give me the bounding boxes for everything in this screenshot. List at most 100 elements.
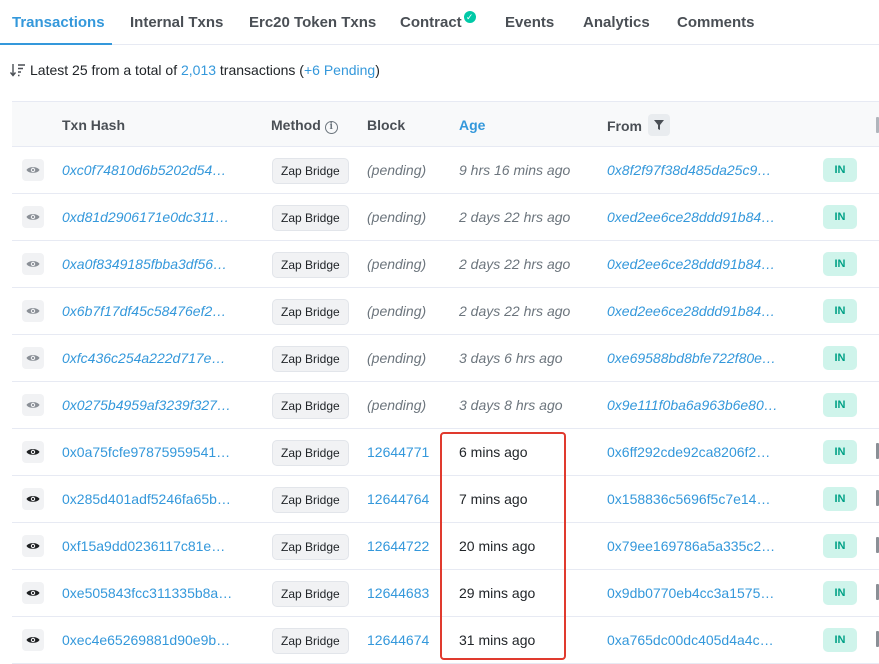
column-header-block: Block bbox=[367, 117, 406, 133]
eye-icon[interactable] bbox=[22, 300, 44, 322]
table-header: Txn Hash Method i Block Age From bbox=[12, 101, 879, 147]
method-badge: Zap Bridge bbox=[272, 440, 349, 466]
table-row: 0xd81d2906171e0dc311… Zap Bridge (pending)… bbox=[12, 194, 879, 241]
block-cell: (pending) bbox=[367, 162, 427, 178]
method-badge: Zap Bridge bbox=[272, 628, 349, 654]
column-header-method: Method i bbox=[271, 117, 338, 134]
method-badge: Zap Bridge bbox=[272, 534, 349, 560]
table-row: 0xf15a9dd0236117c81e… Zap Bridge 12644722 2… bbox=[12, 523, 879, 570]
pending-transactions-link[interactable]: +6 Pending bbox=[304, 62, 375, 78]
method-badge: Zap Bridge bbox=[272, 299, 349, 325]
info-icon[interactable]: i bbox=[324, 121, 338, 134]
txn-hash-link[interactable]: 0x0a75fcfe97875959541… bbox=[62, 444, 230, 460]
age-cell: 2 days 22 hrs ago bbox=[459, 256, 571, 272]
eye-icon[interactable] bbox=[22, 206, 44, 228]
tab-comments[interactable]: Comments bbox=[677, 14, 755, 31]
age-cell: 29 mins ago bbox=[459, 585, 536, 601]
age-cell: 2 days 22 hrs ago bbox=[459, 209, 571, 225]
direction-badge: IN bbox=[823, 346, 857, 370]
age-cell: 20 mins ago bbox=[459, 538, 536, 554]
from-address-link[interactable]: 0x79ee169786a5a335c2… bbox=[607, 538, 775, 554]
from-address-link[interactable]: 0x9e111f0ba6a963b6e80… bbox=[607, 397, 778, 413]
from-address-link[interactable]: 0xe69588bd8bfe722f80e… bbox=[607, 350, 776, 366]
method-badge: Zap Bridge bbox=[272, 252, 349, 278]
eye-icon[interactable] bbox=[22, 347, 44, 369]
txn-hash-link[interactable]: 0xd81d2906171e0dc311… bbox=[62, 209, 229, 225]
eye-icon[interactable] bbox=[22, 535, 44, 557]
sort-descending-icon bbox=[10, 64, 25, 77]
method-badge: Zap Bridge bbox=[272, 346, 349, 372]
table-row: 0xfc436c254a222d717e… Zap Bridge (pending)… bbox=[12, 335, 879, 382]
age-cell: 6 mins ago bbox=[459, 444, 528, 460]
direction-badge: IN bbox=[823, 299, 857, 323]
age-cell: 7 mins ago bbox=[459, 491, 528, 507]
from-address-link[interactable]: 0xed2ee6ce28ddd91b84… bbox=[607, 256, 775, 272]
block-cell[interactable]: 12644722 bbox=[367, 538, 429, 554]
txn-hash-link[interactable]: 0x6b7f17df45c58476ef2… bbox=[62, 303, 226, 319]
block-cell: (pending) bbox=[367, 303, 427, 319]
txn-hash-link[interactable]: 0xa0f8349185fbba3df56… bbox=[62, 256, 227, 272]
block-cell[interactable]: 12644674 bbox=[367, 632, 429, 648]
block-cell: (pending) bbox=[367, 350, 427, 366]
age-cell: 9 hrs 16 mins ago bbox=[459, 162, 571, 178]
block-cell: (pending) bbox=[367, 256, 427, 272]
summary-suffix: ) bbox=[375, 62, 380, 78]
txn-hash-link[interactable]: 0x285d401adf5246fa65b… bbox=[62, 491, 231, 507]
from-address-link[interactable]: 0x8f2f97f38d485da25c9… bbox=[607, 162, 771, 178]
tab-erc20-token-txns[interactable]: Erc20 Token Txns bbox=[249, 14, 376, 31]
eye-icon[interactable] bbox=[22, 488, 44, 510]
tab-contract-label: Contract bbox=[400, 14, 462, 31]
eye-icon[interactable] bbox=[22, 159, 44, 181]
column-header-age[interactable]: Age bbox=[459, 117, 485, 133]
transactions-summary: Latest 25 from a total of 2,013 transact… bbox=[10, 62, 380, 78]
check-circle-icon: ✓ bbox=[463, 11, 476, 23]
total-transactions-link[interactable]: 2,013 bbox=[181, 62, 216, 78]
eye-icon[interactable] bbox=[22, 394, 44, 416]
tab-transactions[interactable]: Transactions bbox=[12, 14, 105, 31]
tab-analytics[interactable]: Analytics bbox=[583, 14, 650, 31]
active-tab-indicator bbox=[0, 43, 112, 45]
from-address-link[interactable]: 0xed2ee6ce28ddd91b84… bbox=[607, 209, 775, 225]
eye-icon[interactable] bbox=[22, 629, 44, 651]
block-cell[interactable]: 12644764 bbox=[367, 491, 429, 507]
method-badge: Zap Bridge bbox=[272, 158, 349, 184]
method-badge: Zap Bridge bbox=[272, 581, 349, 607]
table-row: 0x0275b4959af3239f327… Zap Bridge (pending… bbox=[12, 382, 879, 429]
txn-hash-link[interactable]: 0xfc436c254a222d717e… bbox=[62, 350, 225, 366]
method-badge: Zap Bridge bbox=[272, 393, 349, 419]
table-row: 0xec4e65269881d90e9b… Zap Bridge 12644674 3… bbox=[12, 617, 879, 664]
age-cell: 2 days 22 hrs ago bbox=[459, 303, 571, 319]
direction-badge: IN bbox=[823, 205, 857, 229]
direction-badge: IN bbox=[823, 487, 857, 511]
from-address-link[interactable]: 0xa765dc00dc405d4a4c… bbox=[607, 632, 774, 648]
block-cell[interactable]: 12644771 bbox=[367, 444, 429, 460]
eye-icon[interactable] bbox=[22, 582, 44, 604]
txn-hash-link[interactable]: 0xec4e65269881d90e9b… bbox=[62, 632, 230, 648]
txn-hash-link[interactable]: 0x0275b4959af3239f327… bbox=[62, 397, 231, 413]
table-row: 0x6b7f17df45c58476ef2… Zap Bridge (pending… bbox=[12, 288, 879, 335]
tab-internal-txns[interactable]: Internal Txns bbox=[130, 14, 223, 31]
block-cell[interactable]: 12644683 bbox=[367, 585, 429, 601]
from-address-link[interactable]: 0x9db0770eb4cc3a1575… bbox=[607, 585, 774, 601]
txn-hash-link[interactable]: 0xc0f74810d6b5202d54… bbox=[62, 162, 226, 178]
table-row: 0x285d401adf5246fa65b… Zap Bridge 12644764… bbox=[12, 476, 879, 523]
table-row: 0xc0f74810d6b5202d54… Zap Bridge (pending)… bbox=[12, 147, 879, 194]
txn-hash-link[interactable]: 0xe505843fcc311335b8a… bbox=[62, 585, 232, 601]
direction-badge: IN bbox=[823, 440, 857, 464]
method-badge: Zap Bridge bbox=[272, 487, 349, 513]
tab-contract[interactable]: Contract ✓ bbox=[400, 11, 476, 31]
age-cell: 3 days 6 hrs ago bbox=[459, 350, 563, 366]
txn-hash-link[interactable]: 0xf15a9dd0236117c81e… bbox=[62, 538, 225, 554]
eye-icon[interactable] bbox=[22, 253, 44, 275]
eye-icon[interactable] bbox=[22, 441, 44, 463]
column-header-txn-hash: Txn Hash bbox=[62, 117, 126, 133]
from-address-link[interactable]: 0xed2ee6ce28ddd91b84… bbox=[607, 303, 775, 319]
tab-events[interactable]: Events bbox=[505, 14, 554, 31]
column-header-method-label: Method bbox=[271, 117, 321, 133]
from-address-link[interactable]: 0x158836c5696f5c7e14… bbox=[607, 491, 770, 507]
column-header-from-label: From bbox=[607, 118, 642, 134]
table-row: 0xa0f8349185fbba3df56… Zap Bridge (pending… bbox=[12, 241, 879, 288]
from-address-link[interactable]: 0x6ff292cde92ca8206f2… bbox=[607, 444, 770, 460]
age-cell: 31 mins ago bbox=[459, 632, 536, 648]
filter-icon[interactable] bbox=[648, 114, 670, 136]
